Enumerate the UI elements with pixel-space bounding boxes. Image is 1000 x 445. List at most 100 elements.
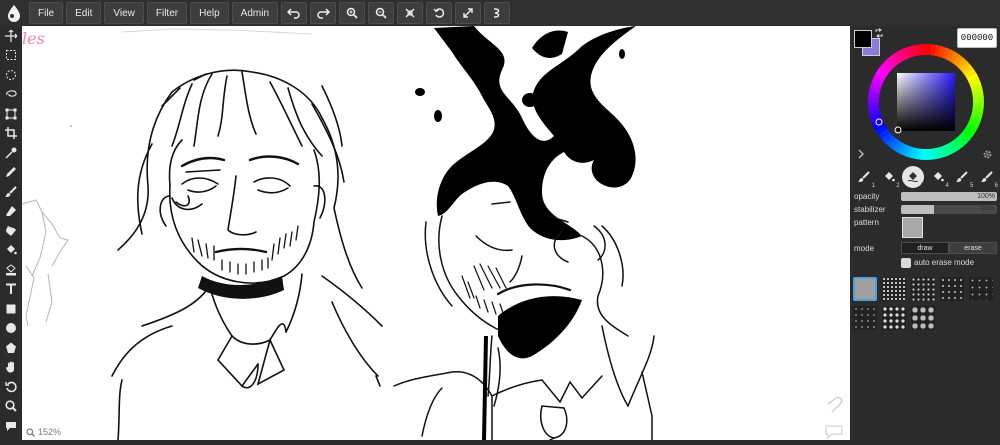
- pen-tool[interactable]: [0, 163, 22, 183]
- undo-icon: [287, 8, 300, 19]
- bucket-icon: [933, 172, 944, 182]
- eyedropper-tool[interactable]: [0, 143, 22, 163]
- zoom-indicator[interactable]: 152%: [26, 427, 61, 437]
- zoom-in-button[interactable]: [339, 2, 366, 24]
- ellipse-select-tool[interactable]: [0, 65, 22, 85]
- stabilizer-icon: [494, 8, 500, 18]
- brush-number: 2: [896, 183, 900, 189]
- stabilizer-slider-fill: [901, 205, 934, 214]
- ellipse-tool[interactable]: [0, 319, 22, 339]
- edit-menu[interactable]: Edit: [66, 2, 102, 24]
- bucket-icon: [884, 172, 895, 182]
- text-tool[interactable]: [0, 280, 22, 300]
- crop-tool[interactable]: [0, 124, 22, 144]
- bucket-icon: [7, 245, 17, 255]
- brush-icon: [956, 171, 969, 182]
- bucket-tool[interactable]: [0, 241, 22, 261]
- rectangle-icon: [6, 304, 16, 314]
- brush-number: 3: [920, 183, 925, 189]
- stabilizer-value: 34%: [980, 206, 995, 213]
- transform-icon: [5, 108, 17, 120]
- pen-icon: [6, 167, 16, 178]
- app-logo-icon[interactable]: [3, 2, 25, 24]
- file-menu[interactable]: File: [29, 2, 64, 24]
- brush-number: 5: [970, 183, 974, 189]
- stabilizer-slider[interactable]: 34%: [901, 205, 997, 214]
- select-rect-icon: [6, 50, 16, 61]
- zoom-icon: [5, 400, 17, 412]
- comment-tool[interactable]: [0, 416, 22, 436]
- redo-button[interactable]: [310, 2, 337, 24]
- rotate-button[interactable]: [426, 2, 453, 24]
- color-wheel[interactable]: [867, 43, 985, 161]
- hand-tool[interactable]: [0, 358, 22, 378]
- rectangle-tool[interactable]: [0, 299, 22, 319]
- zoom-out-button[interactable]: [368, 2, 395, 24]
- canvas-scroll-area: [22, 440, 850, 445]
- pattern-dots-sparse[interactable]: [940, 277, 964, 301]
- blend-brush-icon: [907, 172, 919, 183]
- stabilizer-label: stabilizer: [854, 205, 886, 214]
- filter-menu[interactable]: Filter: [146, 2, 188, 24]
- auto-erase-checkbox[interactable]: [901, 258, 911, 268]
- swap-colors-icon[interactable]: [874, 28, 884, 38]
- brush-settings-panel: 000000 1 2 3 4 5 6 opacity 100% stabiliz…: [850, 26, 1000, 445]
- brush-icon: [5, 186, 17, 197]
- undo-button[interactable]: [281, 2, 308, 24]
- pattern-dots-medium[interactable]: [911, 277, 935, 301]
- opacity-value: 100%: [977, 193, 995, 200]
- reset-zoom-button[interactable]: [397, 2, 424, 24]
- help-menu[interactable]: Help: [190, 2, 229, 24]
- eraser-tool[interactable]: [0, 202, 22, 222]
- mode-draw-button[interactable]: draw: [901, 242, 949, 254]
- brush-preset-2[interactable]: 2: [878, 166, 900, 189]
- brush-icon: [980, 171, 993, 182]
- chevron-right-icon[interactable]: [857, 149, 865, 159]
- move-icon: [5, 29, 17, 42]
- brush-icon: [858, 171, 870, 182]
- view-menu[interactable]: View: [104, 2, 144, 24]
- gradient-tool[interactable]: [0, 260, 22, 280]
- brush-preset-3[interactable]: 3: [902, 166, 925, 189]
- brush-preset-1[interactable]: 1: [853, 166, 875, 189]
- brush-preset-6[interactable]: 6: [976, 166, 998, 189]
- zoom-label: 152%: [38, 427, 62, 437]
- menu-bar: File Edit View Filter Help Admin: [0, 0, 1000, 26]
- brush-preset-5[interactable]: 5: [951, 166, 974, 189]
- tool-sidebar: [0, 26, 22, 445]
- admin-menu[interactable]: Admin: [231, 2, 279, 24]
- brush-number: 4: [945, 183, 949, 189]
- pattern-dots-fine[interactable]: [969, 277, 993, 301]
- opacity-slider[interactable]: 100%: [901, 192, 997, 201]
- rotate-view-tool[interactable]: [0, 377, 22, 397]
- pattern-selector[interactable]: [902, 217, 923, 238]
- lasso-tool[interactable]: [0, 85, 22, 105]
- brush-preset-4[interactable]: 4: [927, 166, 949, 189]
- drawing-canvas[interactable]: les 152%: [22, 26, 850, 440]
- zoom-tool[interactable]: [0, 397, 22, 417]
- pattern-solid[interactable]: [853, 277, 877, 301]
- transform-tool[interactable]: [0, 104, 22, 124]
- gear-icon[interactable]: [982, 149, 993, 160]
- pattern-circles[interactable]: [911, 306, 935, 330]
- fullscreen-button[interactable]: [455, 2, 482, 24]
- reset-zoom-icon: [405, 8, 415, 18]
- rotate-icon: [433, 8, 445, 18]
- zoom-in-icon: [346, 7, 358, 19]
- pattern-dots-dark[interactable]: [853, 306, 877, 330]
- smudge-tool[interactable]: [0, 221, 22, 241]
- rect-select-tool[interactable]: [0, 46, 22, 66]
- rotate-view-icon: [5, 381, 17, 392]
- pattern-stars[interactable]: [882, 306, 906, 330]
- hand-icon: [6, 361, 14, 373]
- shape-tool[interactable]: [0, 338, 22, 358]
- corner-text: les: [22, 29, 45, 48]
- lasso-icon: [6, 90, 17, 97]
- pattern-dots-dense[interactable]: [882, 277, 906, 301]
- brush-tool[interactable]: [0, 182, 22, 202]
- stabilizer-button[interactable]: [484, 2, 511, 24]
- move-tool[interactable]: [0, 26, 22, 46]
- mode-erase-button[interactable]: erase: [949, 242, 997, 254]
- fullscreen-icon: [463, 8, 473, 18]
- opacity-label: opacity: [854, 192, 880, 201]
